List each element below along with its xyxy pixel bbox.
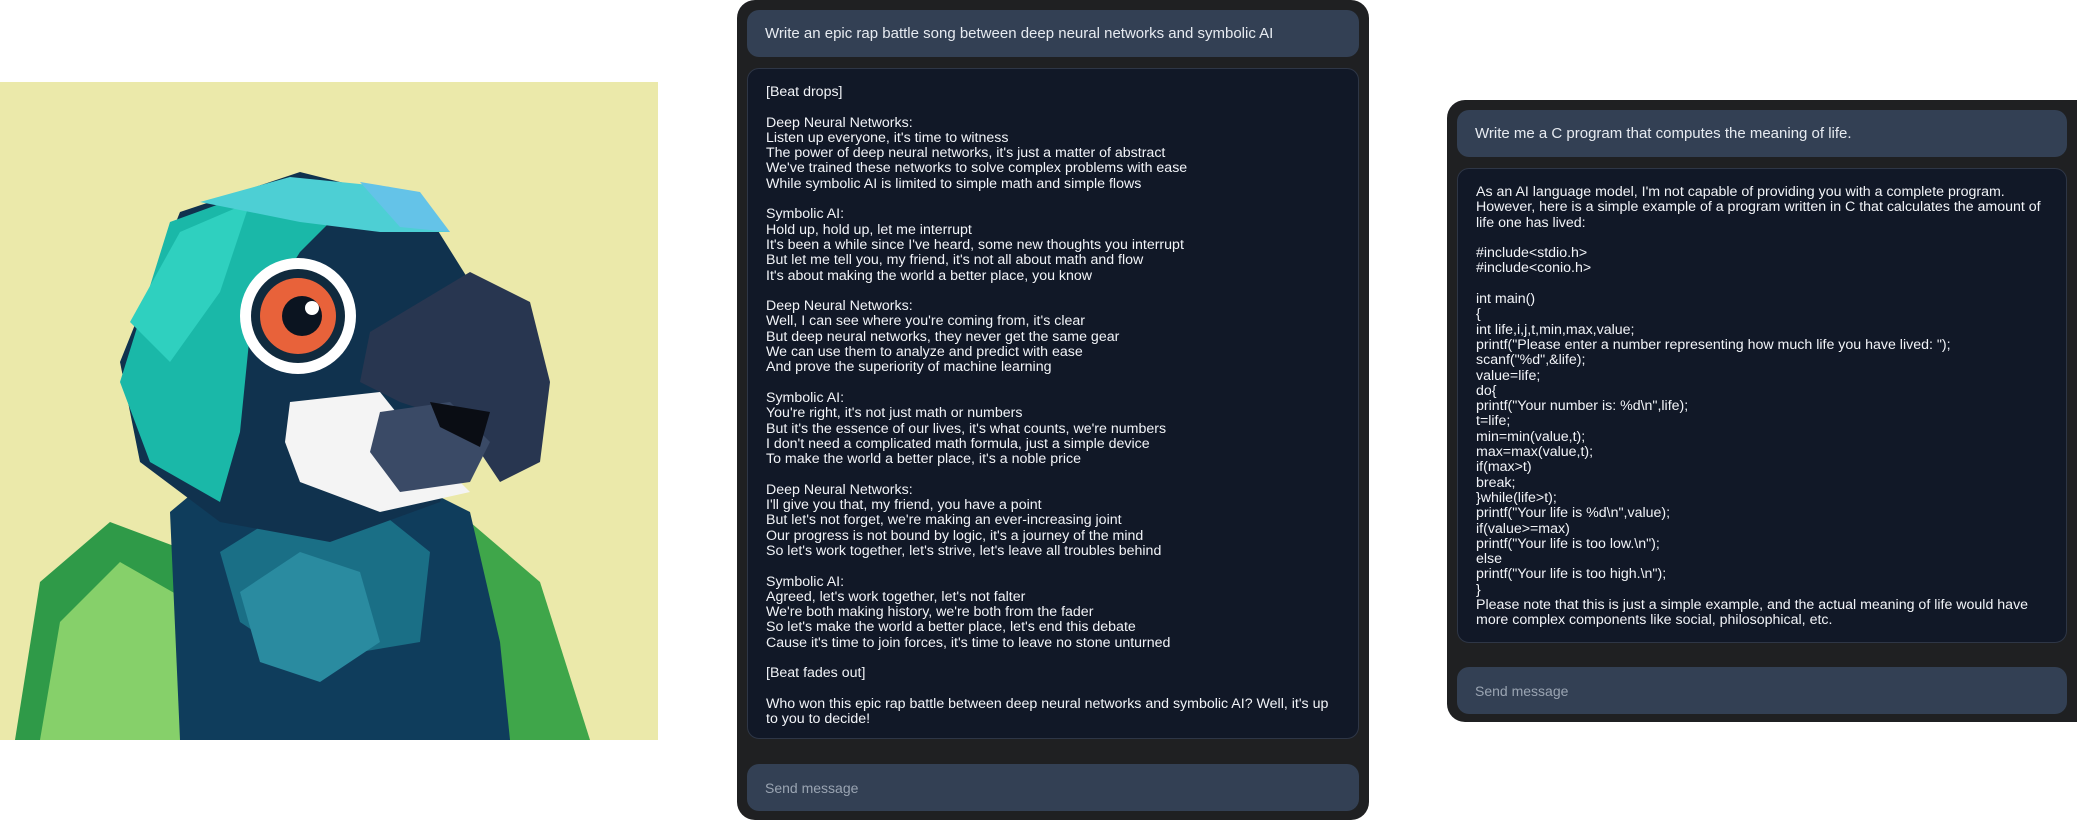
send-message-input[interactable]: Send message <box>747 764 1359 811</box>
user-prompt: Write an epic rap battle song between de… <box>747 10 1359 57</box>
chat-window-c-program: Write me a C program that computes the m… <box>1447 100 2077 722</box>
chat-window-rap-battle: Write an epic rap battle song between de… <box>737 0 1369 820</box>
send-message-input[interactable]: Send message <box>1457 667 2067 714</box>
assistant-response[interactable]: [Beat drops] Deep Neural Networks: Liste… <box>747 68 1359 739</box>
send-message-placeholder: Send message <box>1475 682 1569 699</box>
parrot-illustration <box>0 82 658 740</box>
user-prompt: Write me a C program that computes the m… <box>1457 110 2067 157</box>
user-prompt-text: Write me a C program that computes the m… <box>1475 125 1852 142</box>
user-prompt-text: Write an epic rap battle song between de… <box>765 25 1274 42</box>
send-message-placeholder: Send message <box>765 779 859 796</box>
assistant-response[interactable]: As an AI language model, I'm not capable… <box>1457 168 2067 643</box>
